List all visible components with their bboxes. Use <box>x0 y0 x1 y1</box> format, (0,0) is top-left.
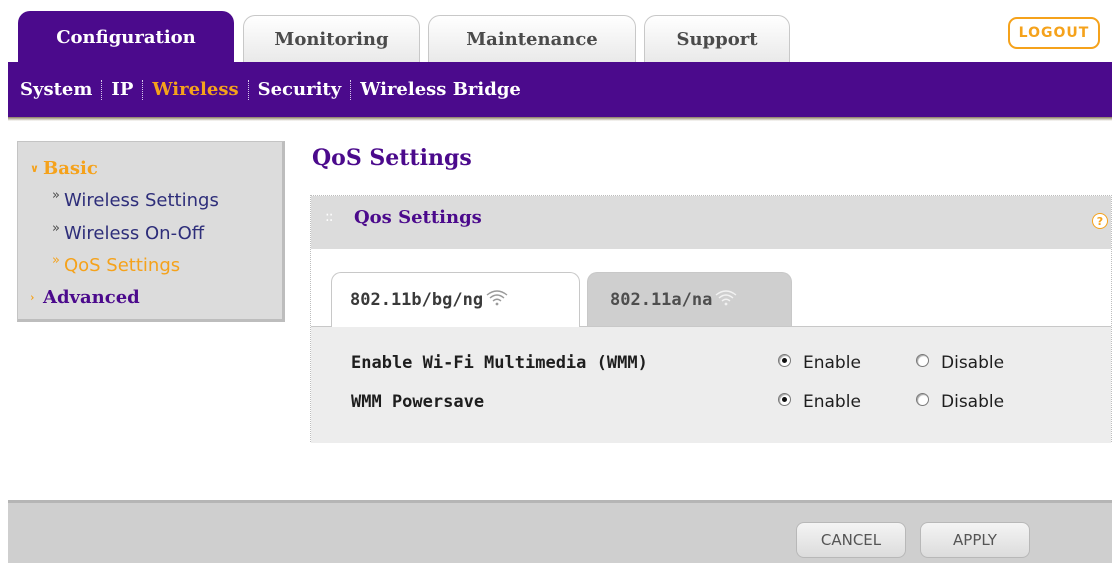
panel-header: :: Qos Settings ? <box>311 196 1111 249</box>
menu-item-label: Wireless On-Off <box>63 223 205 244</box>
subnav-security[interactable]: Security <box>249 78 351 102</box>
menu-group-label: Advanced <box>43 287 140 308</box>
double-chevron-icon: » <box>52 221 60 236</box>
arrow-right-icon: › <box>30 291 35 304</box>
tab-band-24ghz[interactable]: 802.11b/bg/ng <box>331 272 580 327</box>
radio-label: Enable <box>803 353 861 373</box>
wifi-icon <box>486 290 508 306</box>
menu-group-advanced[interactable]: › Advanced <box>30 287 140 308</box>
radio-dot <box>778 392 791 406</box>
tab-configuration[interactable]: Configuration <box>18 11 234 62</box>
double-chevron-icon: » <box>52 188 60 203</box>
wmm-label: Enable Wi-Fi Multimedia (WMM) <box>351 353 648 373</box>
band-settings-body: Enable Wi-Fi Multimedia (WMM) Enable Dis… <box>311 326 1111 443</box>
wifi-icon <box>715 289 737 305</box>
tab-support[interactable]: Support <box>644 15 790 62</box>
help-icon[interactable]: ? <box>1092 213 1108 229</box>
menu-item-qos-settings[interactable]: » QoS Settings <box>52 253 181 276</box>
radio-dot <box>916 392 929 406</box>
action-bar: CANCEL APPLY <box>8 500 1112 563</box>
menu-group-basic[interactable]: ∨ Basic <box>30 158 98 179</box>
tab-monitoring[interactable]: Monitoring <box>243 15 420 62</box>
subnav-wireless[interactable]: Wireless <box>143 78 247 102</box>
band-tab-label: 802.11a/na <box>610 289 713 310</box>
radio-label: Disable <box>941 392 1005 412</box>
double-chevron-icon: » <box>52 253 60 268</box>
powersave-enable-radio[interactable]: Enable <box>778 392 861 412</box>
radio-dot <box>916 353 929 367</box>
wmm-powersave-label: WMM Powersave <box>351 392 485 412</box>
powersave-disable-radio[interactable]: Disable <box>916 392 1004 412</box>
sub-navigation: System IP Wireless Security Wireless Bri… <box>8 62 1112 117</box>
drag-grip-icon: :: <box>325 209 334 225</box>
radio-label: Enable <box>803 392 861 412</box>
page-title: QoS Settings <box>312 145 472 171</box>
panel-title: Qos Settings <box>354 207 482 228</box>
menu-group-label: Basic <box>43 158 98 179</box>
menu-item-wireless-on-off[interactable]: » Wireless On-Off <box>52 221 205 244</box>
radio-dot <box>778 353 791 367</box>
radio-label: Disable <box>941 353 1005 373</box>
subnav-ip[interactable]: IP <box>102 78 142 102</box>
left-menu: ∨ Basic » Wireless Settings » Wireless O… <box>17 141 285 322</box>
cancel-button[interactable]: CANCEL <box>796 522 906 558</box>
subnav-wireless-bridge[interactable]: Wireless Bridge <box>351 78 530 102</box>
wmm-disable-radio[interactable]: Disable <box>916 353 1004 373</box>
menu-item-label: Wireless Settings <box>63 190 219 211</box>
menu-item-label: QoS Settings <box>63 255 181 276</box>
wmm-enable-radio[interactable]: Enable <box>778 353 861 373</box>
menu-item-wireless-settings[interactable]: » Wireless Settings <box>52 188 219 211</box>
apply-button[interactable]: APPLY <box>920 522 1030 558</box>
tab-maintenance[interactable]: Maintenance <box>428 15 636 62</box>
tab-band-5ghz[interactable]: 802.11a/na <box>587 272 792 326</box>
top-tab-bar: Configuration Monitoring Maintenance Sup… <box>0 0 1112 62</box>
band-tab-label: 802.11b/bg/ng <box>350 290 484 310</box>
logout-button[interactable]: LOGOUT <box>1008 17 1100 49</box>
subnav-shadow <box>8 117 1112 121</box>
chevron-down-icon: ∨ <box>30 162 39 175</box>
qos-settings-panel: :: Qos Settings ? 802.11b/bg/ng 802.11a/… <box>310 195 1112 443</box>
subnav-system[interactable]: System <box>20 78 101 102</box>
